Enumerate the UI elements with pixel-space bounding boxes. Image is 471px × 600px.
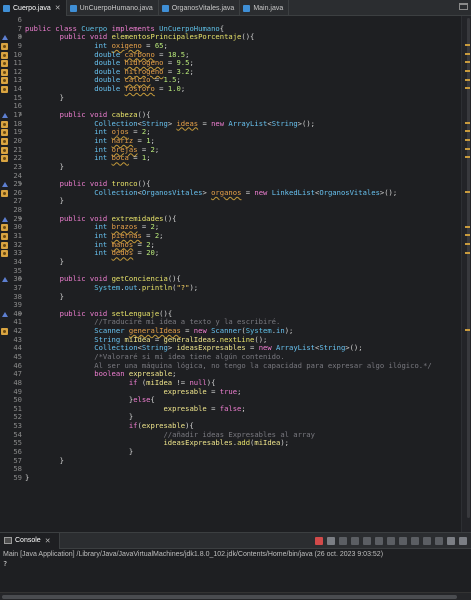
ruler-warning-mark[interactable] [465,251,470,254]
maximize-icon[interactable] [459,536,467,545]
show-on-error-icon[interactable] [399,536,407,545]
editor-tab[interactable]: Cuerpo.java ✕ [0,0,67,16]
console-output[interactable]: ? [0,560,471,568]
editor-tab-label: OrganosVitales.java [171,4,235,12]
console-icon [4,537,12,544]
console-view: Console ✕ Main [Java Application] /Libra… [0,532,471,600]
java-file-icon [161,4,169,12]
console-status: Main [Java Application] /Library/Java/Ja… [3,551,384,558]
console-scrollbar[interactable] [0,592,471,600]
warning-marker-icon[interactable] [1,233,8,241]
close-icon[interactable]: ✕ [55,4,61,12]
java-file-icon [3,4,10,12]
warning-marker-icon[interactable] [1,60,8,68]
ruler-warning-mark[interactable] [465,139,470,142]
editor-tab-label: Main.java [253,4,284,12]
minimize-icon[interactable] [447,536,455,545]
console-tab-label: Console [15,537,41,544]
editor-scrollbar[interactable] [467,18,470,518]
warning-marker-icon[interactable] [1,77,8,85]
java-file-icon [243,4,251,12]
ruler-warning-mark[interactable] [465,242,470,245]
code-text[interactable]: } [25,197,64,206]
editor-tab[interactable]: Main.java [240,0,290,16]
code-editor[interactable]: 6 7 public class Cuerpo implements UnCuerp… [0,16,471,532]
editor-tab[interactable]: UnCuerpoHumano.java [67,0,159,16]
ruler-warning-mark[interactable] [465,234,470,237]
warning-marker-icon[interactable] [1,189,8,197]
ruler-warning-mark[interactable] [465,225,470,228]
code-text[interactable]: } [25,257,64,267]
ruler-warning-mark[interactable] [465,147,470,150]
clear-console-icon[interactable] [351,536,359,545]
editor-tab[interactable]: OrganosVitales.java [159,0,241,16]
console-tab[interactable]: Console ✕ [0,532,60,549]
remove-launch-icon[interactable] [327,536,335,545]
scroll-thumb[interactable] [2,595,457,599]
warning-marker-icon[interactable] [1,328,8,336]
code-text[interactable]: } [25,162,64,172]
override-marker-icon[interactable] [1,112,8,119]
console-toolbar: Console ✕ [0,532,471,549]
java-file-icon [69,4,77,12]
scroll-lock-icon[interactable] [363,536,371,545]
overview-ruler[interactable] [461,16,471,532]
remove-all-icon[interactable] [339,536,347,545]
warning-marker-icon[interactable] [1,120,8,128]
code-text[interactable]: } [25,93,64,103]
ruler-warning-mark[interactable] [465,191,470,193]
warning-marker-icon[interactable] [1,224,8,232]
ruler-warning-mark[interactable] [465,87,470,90]
show-on-output-icon[interactable] [387,536,395,545]
editor-tab-label: UnCuerpoHumano.java [79,4,153,12]
ruler-warning-mark[interactable] [465,61,470,64]
code-text[interactable]: } [25,456,64,466]
code-text[interactable]: } [25,473,29,483]
warning-marker-icon[interactable] [1,51,8,59]
editor-tab-bar: Cuerpo.java ✕ UnCuerpoHumano.java OrganosVi… [0,0,471,16]
code-text[interactable]: Collection<OrganosVitales> organos = new… [25,188,397,198]
ruler-warning-mark[interactable] [465,78,470,81]
ruler-warning-mark[interactable] [465,43,470,46]
warning-marker-icon[interactable] [1,129,8,137]
ruler-warning-mark[interactable] [465,52,470,55]
ruler-warning-mark[interactable] [465,156,470,159]
ruler-warning-mark[interactable] [465,121,470,124]
ruler-warning-mark[interactable] [465,130,470,133]
override-marker-icon[interactable] [1,216,8,223]
minimize-icon[interactable] [459,3,468,10]
warning-marker-icon[interactable] [1,137,8,145]
warning-marker-icon[interactable] [1,155,8,163]
line-number: 59 [13,472,22,482]
terminate-icon[interactable] [315,536,323,545]
warning-marker-icon[interactable] [1,146,8,154]
override-marker-icon[interactable] [1,34,8,41]
console-actions [311,536,471,545]
open-console-icon[interactable] [435,536,443,545]
ruler-warning-mark[interactable] [465,69,470,72]
warning-marker-icon[interactable] [1,86,8,94]
warning-marker-icon[interactable] [1,68,8,76]
override-marker-icon[interactable] [1,181,8,188]
word-wrap-icon[interactable] [375,536,383,545]
display-console-icon[interactable] [423,536,431,545]
code-text[interactable]: } [25,292,64,302]
warning-marker-icon[interactable] [1,250,8,258]
warning-marker-icon[interactable] [1,42,8,50]
editor-tab-label: Cuerpo.java [13,4,51,12]
pin-console-icon[interactable] [411,536,419,545]
override-marker-icon[interactable] [1,276,8,283]
close-icon[interactable]: ✕ [45,537,51,545]
warning-marker-icon[interactable] [1,241,8,249]
override-marker-icon[interactable] [1,311,8,318]
ruler-warning-mark[interactable] [465,329,470,332]
